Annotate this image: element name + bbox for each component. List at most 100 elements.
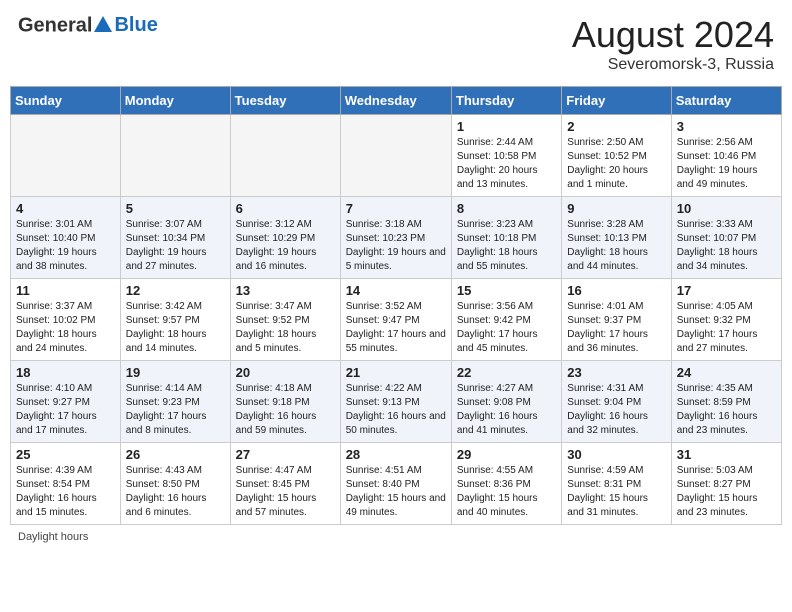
calendar-week-row: 4 Sunrise: 3:01 AM Sunset: 10:40 PM Dayli…	[11, 197, 782, 279]
location: Severomorsk-3, Russia	[572, 56, 774, 74]
day-number: 4	[16, 201, 115, 216]
day-number: 13	[236, 283, 335, 298]
calendar-day-header: Monday	[120, 87, 230, 115]
day-number: 14	[346, 283, 446, 298]
day-number: 3	[677, 119, 776, 134]
day-number: 18	[16, 365, 115, 380]
calendar-cell: 30 Sunrise: 4:59 AM Sunset: 8:31 PM Dayli…	[562, 443, 671, 525]
day-number: 20	[236, 365, 335, 380]
calendar-week-row: 25 Sunrise: 4:39 AM Sunset: 8:54 PM Dayli…	[11, 443, 782, 525]
calendar-week-row: 1 Sunrise: 2:44 AM Sunset: 10:58 PM Dayli…	[11, 115, 782, 197]
logo-general-text: General	[18, 14, 114, 41]
month-year: August 2024	[572, 14, 774, 56]
day-info: Sunrise: 3:01 AM Sunset: 10:40 PM Daylig…	[16, 218, 115, 274]
calendar-week-row: 18 Sunrise: 4:10 AM Sunset: 9:27 PM Dayli…	[11, 361, 782, 443]
footer-note: Daylight hours	[10, 531, 782, 543]
calendar-cell	[340, 115, 451, 197]
calendar-cell: 1 Sunrise: 2:44 AM Sunset: 10:58 PM Dayli…	[451, 115, 561, 197]
day-info: Sunrise: 4:39 AM Sunset: 8:54 PM Dayligh…	[16, 464, 115, 520]
calendar-cell: 26Sunrise: 4:43 AM Sunset: 8:50 PM Dayli…	[120, 443, 230, 525]
day-info: Sunrise: 5:03 AM Sunset: 8:27 PM Dayligh…	[677, 464, 776, 520]
calendar-day-header: Thursday	[451, 87, 561, 115]
calendar-cell: 14 Sunrise: 3:52 AM Sunset: 9:47 PM Dayli…	[340, 279, 451, 361]
day-info: Sunrise: 4:14 AM Sunset: 9:23 PM Dayligh…	[126, 382, 225, 438]
day-info: Sunrise: 4:47 AM Sunset: 8:45 PM Dayligh…	[236, 464, 335, 520]
calendar-cell: 3 Sunrise: 2:56 AM Sunset: 10:46 PM Dayli…	[671, 115, 781, 197]
day-number: 26	[126, 447, 225, 462]
day-info: Sunrise: 4:35 AM Sunset: 8:59 PM Dayligh…	[677, 382, 776, 438]
day-info: Sunrise: 3:33 AM Sunset: 10:07 PM Daylig…	[677, 218, 776, 274]
day-info: Sunrise: 3:18 AM Sunset: 10:23 PM Daylig…	[346, 218, 446, 274]
day-info: Sunrise: 3:23 AM Sunset: 10:18 PM Daylig…	[457, 218, 556, 274]
calendar-cell: 25 Sunrise: 4:39 AM Sunset: 8:54 PM Dayli…	[11, 443, 121, 525]
day-number: 17	[677, 283, 776, 298]
calendar-cell: 22Sunrise: 4:27 AM Sunset: 9:08 PM Dayli…	[451, 361, 561, 443]
day-info: Sunrise: 3:47 AM Sunset: 9:52 PM Dayligh…	[236, 300, 335, 356]
calendar-cell: 8Sunrise: 3:23 AM Sunset: 10:18 PM Dayli…	[451, 197, 561, 279]
calendar-cell: 11Sunrise: 3:37 AM Sunset: 10:02 PM Dayl…	[11, 279, 121, 361]
day-number: 30	[567, 447, 665, 462]
day-number: 16	[567, 283, 665, 298]
calendar-cell: 16Sunrise: 4:01 AM Sunset: 9:37 PM Dayli…	[562, 279, 671, 361]
day-number: 19	[126, 365, 225, 380]
day-number: 31	[677, 447, 776, 462]
day-number: 5	[126, 201, 225, 216]
day-info: Sunrise: 3:07 AM Sunset: 10:34 PM Daylig…	[126, 218, 225, 274]
day-number: 7	[346, 201, 446, 216]
day-number: 6	[236, 201, 335, 216]
calendar-cell: 21 Sunrise: 4:22 AM Sunset: 9:13 PM Dayli…	[340, 361, 451, 443]
calendar: SundayMondayTuesdayWednesdayThursdayFrid…	[10, 86, 782, 525]
calendar-cell: 6 Sunrise: 3:12 AM Sunset: 10:29 PM Dayli…	[230, 197, 340, 279]
day-number: 27	[236, 447, 335, 462]
day-number: 29	[457, 447, 556, 462]
calendar-cell: 28Sunrise: 4:51 AM Sunset: 8:40 PM Dayli…	[340, 443, 451, 525]
calendar-cell	[230, 115, 340, 197]
day-number: 1	[457, 119, 556, 134]
daylight-hours-label: Daylight hours	[18, 531, 88, 543]
calendar-week-row: 11Sunrise: 3:37 AM Sunset: 10:02 PM Dayl…	[11, 279, 782, 361]
day-number: 2	[567, 119, 665, 134]
day-number: 21	[346, 365, 446, 380]
day-number: 12	[126, 283, 225, 298]
day-number: 24	[677, 365, 776, 380]
calendar-cell: 27 Sunrise: 4:47 AM Sunset: 8:45 PM Dayli…	[230, 443, 340, 525]
day-info: Sunrise: 4:18 AM Sunset: 9:18 PM Dayligh…	[236, 382, 335, 438]
calendar-cell	[120, 115, 230, 197]
calendar-cell: 20 Sunrise: 4:18 AM Sunset: 9:18 PM Dayli…	[230, 361, 340, 443]
day-info: Sunrise: 4:05 AM Sunset: 9:32 PM Dayligh…	[677, 300, 776, 356]
calendar-cell: 7 Sunrise: 3:18 AM Sunset: 10:23 PM Dayli…	[340, 197, 451, 279]
day-info: Sunrise: 4:27 AM Sunset: 9:08 PM Dayligh…	[457, 382, 556, 438]
day-info: Sunrise: 4:10 AM Sunset: 9:27 PM Dayligh…	[16, 382, 115, 438]
day-number: 23	[567, 365, 665, 380]
day-info: Sunrise: 4:59 AM Sunset: 8:31 PM Dayligh…	[567, 464, 665, 520]
logo-text-general: General	[18, 15, 92, 37]
calendar-cell: 9 Sunrise: 3:28 AM Sunset: 10:13 PM Dayli…	[562, 197, 671, 279]
calendar-cell: 29 Sunrise: 4:55 AM Sunset: 8:36 PM Dayli…	[451, 443, 561, 525]
day-info: Sunrise: 3:52 AM Sunset: 9:47 PM Dayligh…	[346, 300, 446, 356]
calendar-cell: 24 Sunrise: 4:35 AM Sunset: 8:59 PM Dayli…	[671, 361, 781, 443]
day-info: Sunrise: 3:42 AM Sunset: 9:57 PM Dayligh…	[126, 300, 225, 356]
day-number: 9	[567, 201, 665, 216]
logo: General Blue	[18, 14, 158, 41]
day-info: Sunrise: 3:12 AM Sunset: 10:29 PM Daylig…	[236, 218, 335, 274]
logo-icon	[92, 14, 114, 41]
day-number: 28	[346, 447, 446, 462]
day-number: 25	[16, 447, 115, 462]
calendar-cell: 12 Sunrise: 3:42 AM Sunset: 9:57 PM Dayli…	[120, 279, 230, 361]
calendar-cell: 31 Sunrise: 5:03 AM Sunset: 8:27 PM Dayli…	[671, 443, 781, 525]
day-info: Sunrise: 2:56 AM Sunset: 10:46 PM Daylig…	[677, 136, 776, 192]
day-info: Sunrise: 2:44 AM Sunset: 10:58 PM Daylig…	[457, 136, 556, 192]
calendar-day-header: Wednesday	[340, 87, 451, 115]
day-info: Sunrise: 4:55 AM Sunset: 8:36 PM Dayligh…	[457, 464, 556, 520]
day-number: 10	[677, 201, 776, 216]
calendar-cell: 19 Sunrise: 4:14 AM Sunset: 9:23 PM Dayli…	[120, 361, 230, 443]
calendar-cell: 4 Sunrise: 3:01 AM Sunset: 10:40 PM Dayli…	[11, 197, 121, 279]
day-info: Sunrise: 3:28 AM Sunset: 10:13 PM Daylig…	[567, 218, 665, 274]
day-info: Sunrise: 3:56 AM Sunset: 9:42 PM Dayligh…	[457, 300, 556, 356]
day-info: Sunrise: 4:31 AM Sunset: 9:04 PM Dayligh…	[567, 382, 665, 438]
calendar-cell: 13 Sunrise: 3:47 AM Sunset: 9:52 PM Dayli…	[230, 279, 340, 361]
day-info: Sunrise: 2:50 AM Sunset: 10:52 PM Daylig…	[567, 136, 665, 192]
calendar-cell: 2 Sunrise: 2:50 AM Sunset: 10:52 PM Dayli…	[562, 115, 671, 197]
day-info: Sunrise: 4:22 AM Sunset: 9:13 PM Dayligh…	[346, 382, 446, 438]
day-info: Sunrise: 3:37 AM Sunset: 10:02 PM Daylig…	[16, 300, 115, 356]
